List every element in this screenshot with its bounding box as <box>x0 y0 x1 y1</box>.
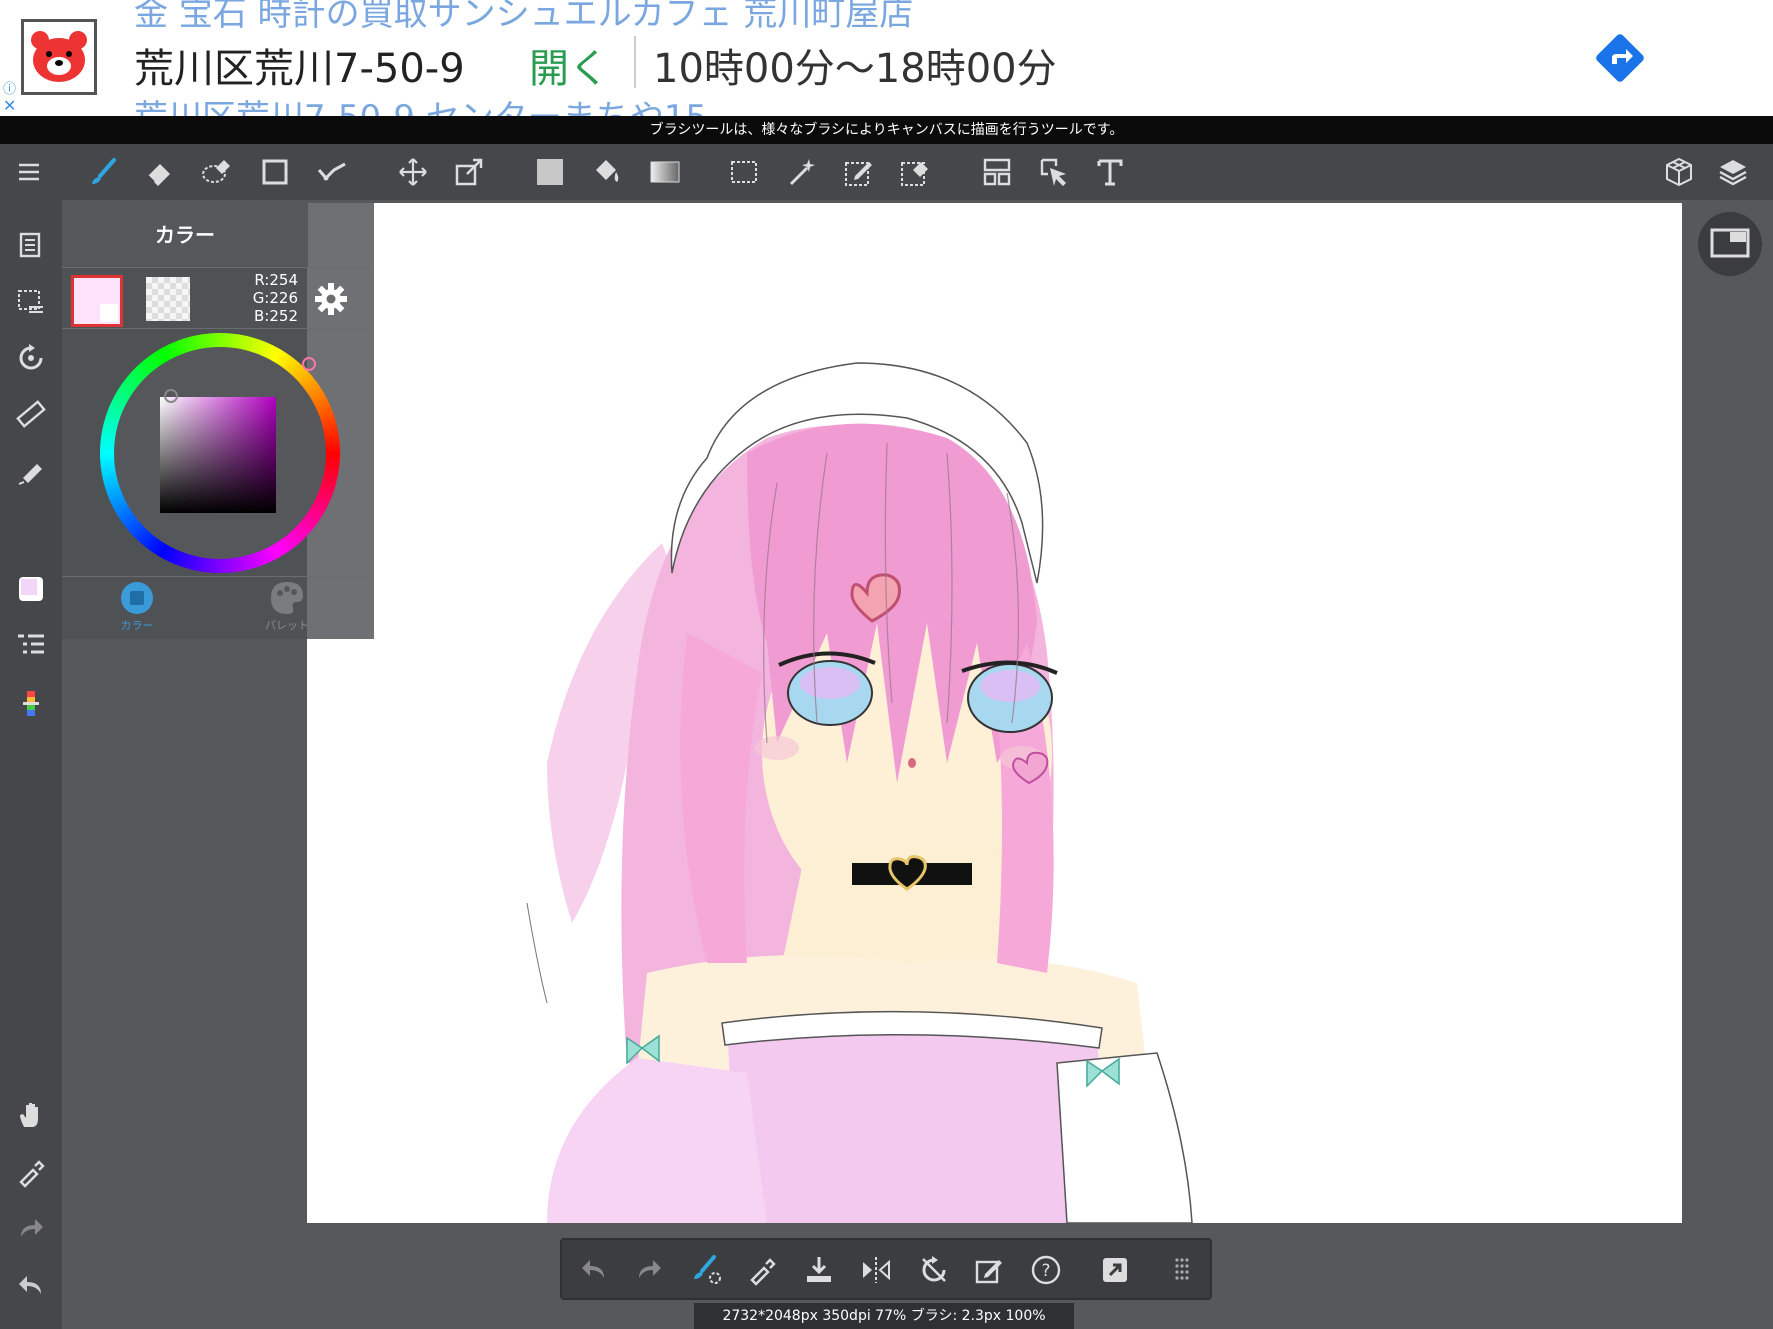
select-move-icon[interactable] <box>1032 144 1076 200</box>
blue-value: B:252 <box>254 307 298 325</box>
color-values-row: R:254 G:226 B:252 <box>62 267 374 329</box>
ad-banner[interactable]: 金 宝石 時計の買取サンシュエルカフェ 荒川町屋店 荒川区荒川7-50-9 開く… <box>0 0 1773 116</box>
ad-close-icon[interactable]: ✕ <box>3 96 16 115</box>
redo-icon[interactable] <box>627 1248 671 1292</box>
color-picker-handle[interactable] <box>164 389 178 403</box>
eyedropper-icon[interactable] <box>8 1149 54 1195</box>
stroke-icon[interactable] <box>310 144 354 200</box>
color-wheel[interactable] <box>100 333 340 573</box>
color-panel-tabs: カラー パレット <box>62 576 374 640</box>
directions-icon[interactable] <box>1590 28 1650 88</box>
bottom-toolbar: ? <box>560 1238 1212 1300</box>
hue-handle[interactable] <box>302 357 316 371</box>
text-icon[interactable] <box>1088 144 1132 200</box>
saturation-value-square[interactable] <box>160 397 276 513</box>
tab-palette[interactable]: パレット <box>222 580 352 633</box>
download-icon[interactable] <box>797 1248 841 1292</box>
magic-wand-icon[interactable] <box>781 144 825 200</box>
snap-pen-icon[interactable] <box>8 449 54 495</box>
background-color-swatch[interactable] <box>146 277 190 321</box>
move-icon[interactable] <box>391 144 435 200</box>
select-pen-icon[interactable] <box>837 144 881 200</box>
top-toolbar <box>0 144 1773 200</box>
gear-icon[interactable] <box>314 282 348 316</box>
brush-icon[interactable] <box>82 144 126 200</box>
foreground-color-swatch[interactable] <box>71 275 123 327</box>
shape-icon[interactable] <box>253 144 297 200</box>
svg-text:?: ? <box>1041 1261 1050 1281</box>
canvas-status: 2732*2048px 350dpi 77% ブラシ: 2.3px 100% <box>694 1303 1074 1329</box>
tab-color-label: カラー <box>120 619 154 632</box>
page-icon[interactable] <box>8 221 54 267</box>
share-icon[interactable] <box>1093 1248 1137 1292</box>
rotate-icon[interactable] <box>8 335 54 381</box>
palette-bar-icon[interactable] <box>8 680 54 726</box>
ad-bottom-cut-text: 荒川区荒川7-50-9 センターまちや15 <box>134 90 707 116</box>
fill-rect-icon[interactable] <box>528 144 572 200</box>
navigator-button[interactable] <box>1698 212 1762 276</box>
undo-icon[interactable] <box>572 1248 616 1292</box>
gradient-icon[interactable] <box>643 144 687 200</box>
color-icon[interactable] <box>8 566 54 612</box>
ruler-icon[interactable] <box>8 392 54 438</box>
ad-open-status: 開く <box>529 46 609 92</box>
select-rect-icon[interactable] <box>722 144 766 200</box>
brush-snap-icon[interactable] <box>684 1248 728 1292</box>
layers-icon[interactable] <box>1711 144 1755 200</box>
tab-palette-label: パレット <box>265 619 309 632</box>
color-panel-title: カラー <box>155 223 215 247</box>
left-sidebar <box>0 200 62 1329</box>
hand-icon[interactable] <box>8 1092 54 1138</box>
color-tab-icon <box>121 582 153 614</box>
green-value: G:226 <box>252 289 298 307</box>
eraser-icon[interactable] <box>138 144 182 200</box>
ad-hours: 10時00分～18時00分 <box>653 46 1057 92</box>
tool-tooltip: ブラシツールは、様々なブラシによりキャンバスに描画を行うツールです。 <box>0 116 1773 144</box>
drawing-canvas[interactable] <box>307 203 1682 1223</box>
transform-icon[interactable] <box>447 144 491 200</box>
select-eraser-icon[interactable] <box>893 144 937 200</box>
menu-icon[interactable] <box>7 144 51 200</box>
flip-icon[interactable] <box>854 1248 898 1292</box>
ad-address: 荒川区荒川7-50-9 <box>134 46 465 92</box>
grid-icon[interactable] <box>1160 1248 1204 1292</box>
selection-icon[interactable] <box>8 278 54 324</box>
lasso-eraser-icon[interactable] <box>194 144 238 200</box>
layer-list-icon[interactable] <box>8 623 54 669</box>
eyedropper-icon[interactable] <box>740 1248 784 1292</box>
ad-top-cut-text: 金 宝石 時計の買取サンシュエルカフェ 荒川町屋店 <box>134 0 914 34</box>
3d-icon[interactable] <box>1657 144 1701 200</box>
undo-icon[interactable] <box>8 1263 54 1309</box>
frame-icon[interactable] <box>975 144 1019 200</box>
ad-divider <box>634 36 636 88</box>
red-value: R:254 <box>254 271 298 289</box>
bucket-icon[interactable] <box>584 144 628 200</box>
ad-info-icon[interactable]: ⓘ <box>3 78 16 97</box>
rotate-lock-icon[interactable] <box>912 1248 956 1292</box>
edit-icon[interactable] <box>967 1248 1011 1292</box>
help-icon[interactable]: ? <box>1024 1248 1068 1292</box>
illustration <box>526 362 1193 1223</box>
tab-color[interactable]: カラー <box>72 580 202 633</box>
redo-icon[interactable] <box>8 1206 54 1252</box>
navigator-icon <box>1710 228 1750 258</box>
color-panel: カラー R:254 G:226 B:252 カラー パレット <box>62 203 374 639</box>
bear-logo-icon <box>21 19 97 95</box>
palette-icon <box>271 582 303 614</box>
